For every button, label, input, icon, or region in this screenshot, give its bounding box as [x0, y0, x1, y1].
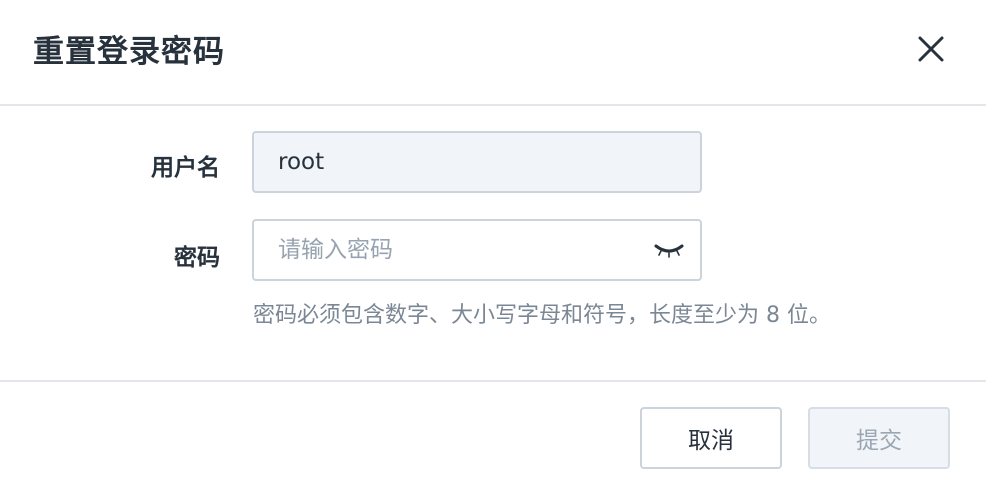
- cancel-button[interactable]: 取消: [640, 407, 782, 469]
- dialog-title: 重置登录密码: [33, 34, 225, 70]
- username-field[interactable]: [252, 131, 702, 193]
- close-icon[interactable]: [914, 32, 948, 66]
- password-hint: 密码必须包含数字、大小写字母和符号，长度至少为 8 位。: [253, 303, 831, 328]
- password-label: 密码: [174, 245, 220, 271]
- username-label: 用户名: [151, 155, 220, 181]
- eye-closed-icon[interactable]: [652, 239, 686, 261]
- password-field[interactable]: [252, 219, 702, 281]
- submit-button[interactable]: 提交: [808, 407, 950, 469]
- reset-password-dialog: 重置登录密码 用户名 密码 密码必须包含数字、大小写字母和符号，长度至少为 8 …: [0, 0, 986, 490]
- password-input[interactable]: [254, 221, 638, 279]
- dialog-header: 重置登录密码: [0, 0, 986, 106]
- footer-divider: [0, 380, 986, 382]
- username-input[interactable]: [254, 133, 638, 191]
